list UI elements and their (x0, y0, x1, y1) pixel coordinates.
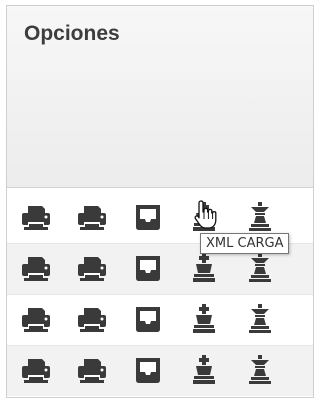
chess-king-icon[interactable] (186, 301, 222, 337)
chess-rook-icon[interactable] (242, 301, 278, 337)
chess-rook-icon[interactable] (242, 352, 278, 388)
printer-icon[interactable] (74, 301, 110, 337)
inbox-icon[interactable] (130, 352, 166, 388)
printer-icon[interactable] (18, 250, 54, 286)
printer-icon[interactable] (74, 199, 110, 235)
printer-icon[interactable] (18, 352, 54, 388)
hand-cursor-icon (194, 200, 217, 229)
inbox-icon[interactable] (130, 301, 166, 337)
options-panel: Opciones (6, 5, 314, 398)
inbox-icon[interactable] (130, 199, 166, 235)
chess-rook-icon[interactable] (242, 199, 278, 235)
options-rows (7, 192, 313, 396)
chess-king-icon[interactable] (186, 352, 222, 388)
printer-icon[interactable] (18, 199, 54, 235)
panel-title: Opciones (24, 22, 120, 45)
printer-icon[interactable] (18, 301, 54, 337)
printer-icon[interactable] (74, 250, 110, 286)
panel-header: Opciones (7, 6, 313, 188)
tooltip: XML CARGA (200, 233, 290, 254)
chess-king-icon[interactable] (186, 250, 222, 286)
printer-icon[interactable] (74, 352, 110, 388)
chess-rook-icon[interactable] (242, 250, 278, 286)
inbox-icon[interactable] (130, 250, 166, 286)
